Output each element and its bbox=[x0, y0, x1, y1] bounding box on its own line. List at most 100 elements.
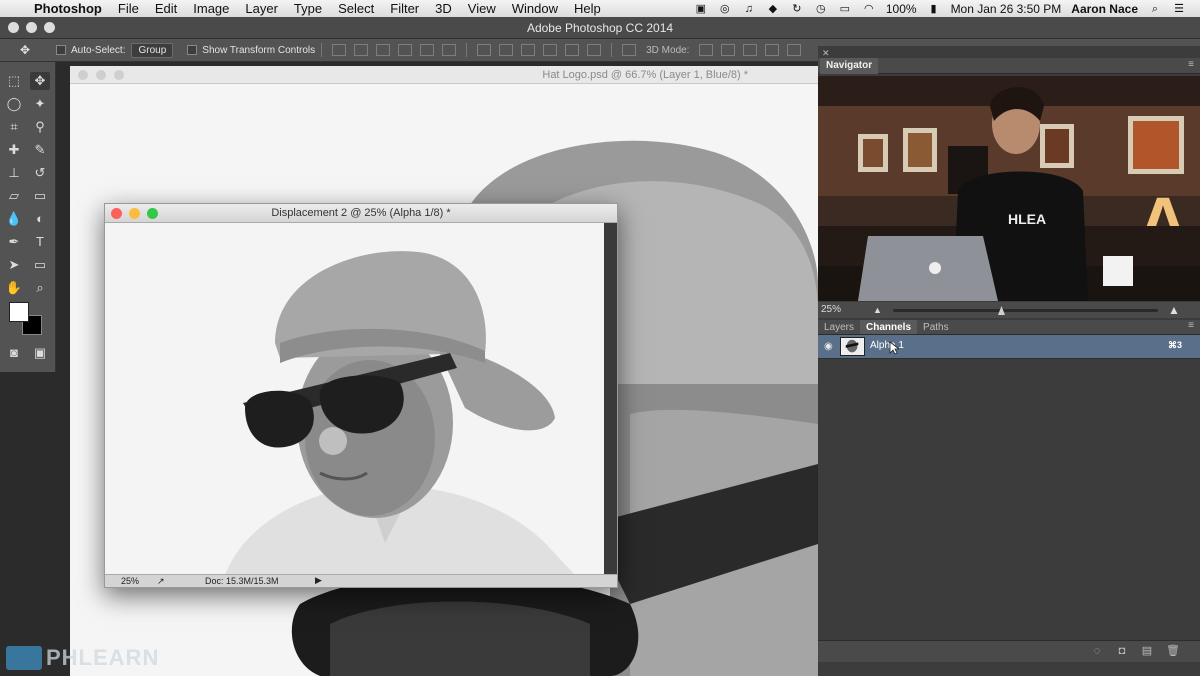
menu-edit[interactable]: Edit bbox=[147, 1, 185, 16]
doc-zoom-button[interactable] bbox=[114, 70, 124, 80]
screen-mode-icon[interactable]: ▣ bbox=[30, 344, 50, 362]
zoom-in-icon[interactable]: ▲ bbox=[1168, 303, 1180, 317]
foreground-color-swatch[interactable] bbox=[9, 302, 29, 322]
clone-stamp-tool-icon[interactable]: ⊥ bbox=[4, 164, 24, 182]
panel-menu-icon[interactable]: ≡ bbox=[1182, 320, 1200, 334]
menu-help[interactable]: Help bbox=[566, 1, 609, 16]
doc-size-info[interactable]: Doc: 15.3M/15.3M bbox=[205, 576, 279, 586]
3d-slide-icon[interactable] bbox=[765, 44, 780, 56]
3d-drag-icon[interactable] bbox=[743, 44, 758, 56]
distribute-vcenter-icon[interactable] bbox=[499, 44, 514, 56]
path-selection-tool-icon[interactable]: ➤ bbox=[4, 256, 24, 274]
zoom-slider[interactable] bbox=[893, 306, 1158, 315]
distribute-hcenter-icon[interactable] bbox=[565, 44, 580, 56]
tab-channels[interactable]: Channels bbox=[860, 320, 918, 334]
auto-select-dropdown[interactable]: Group bbox=[131, 42, 174, 58]
move-tool-icon[interactable]: ✥ bbox=[0, 43, 50, 57]
distribute-right-icon[interactable] bbox=[587, 44, 602, 56]
navigator-preview[interactable]: A HLEA bbox=[818, 76, 1200, 301]
eraser-tool-icon[interactable]: ▱ bbox=[4, 187, 24, 205]
history-brush-tool-icon[interactable]: ↺ bbox=[30, 164, 50, 182]
align-top-icon[interactable] bbox=[332, 44, 347, 56]
hand-tool-icon[interactable]: ✋ bbox=[4, 279, 24, 297]
menu-3d[interactable]: 3D bbox=[427, 1, 460, 16]
healing-brush-tool-icon[interactable]: ✚ bbox=[4, 141, 24, 159]
menu-window[interactable]: Window bbox=[504, 1, 566, 16]
dodge-tool-icon[interactable]: ◐ bbox=[30, 210, 50, 228]
save-selection-icon[interactable]: ◘ bbox=[1116, 645, 1128, 657]
camera-icon[interactable]: ▣ bbox=[694, 3, 708, 15]
rectangle-tool-icon[interactable]: ▭ bbox=[30, 256, 50, 274]
panel-menu-icon[interactable]: ≡ bbox=[1188, 59, 1194, 70]
blur-tool-icon[interactable]: 💧 bbox=[4, 210, 24, 228]
vertical-scrollbar[interactable] bbox=[604, 223, 617, 575]
distribute-left-icon[interactable] bbox=[543, 44, 558, 56]
3d-scale-icon[interactable] bbox=[787, 44, 802, 56]
app-menu[interactable]: Photoshop bbox=[30, 1, 110, 16]
menu-view[interactable]: View bbox=[460, 1, 504, 16]
menu-type[interactable]: Type bbox=[286, 1, 330, 16]
brush-tool-icon[interactable]: ✎ bbox=[30, 141, 50, 159]
dropbox-icon[interactable]: ◆ bbox=[766, 3, 780, 15]
tab-paths[interactable]: Paths bbox=[917, 320, 955, 334]
eyedropper-tool-icon[interactable]: ⚲ bbox=[30, 118, 50, 136]
zoom-level-field[interactable]: 25% bbox=[121, 576, 139, 586]
floating-document-window[interactable]: Displacement 2 @ 25% (Alpha 1/8) * 25% ↗… bbox=[104, 203, 618, 588]
sync-icon[interactable]: ↻ bbox=[790, 3, 804, 15]
pen-tool-icon[interactable]: ✒ bbox=[4, 233, 24, 251]
clock[interactable]: Mon Jan 26 3:50 PM bbox=[951, 2, 1062, 16]
quick-mask-icon[interactable]: ◙ bbox=[4, 344, 24, 362]
gradient-tool-icon[interactable]: ▭ bbox=[30, 187, 50, 205]
align-hcenter-icon[interactable] bbox=[420, 44, 435, 56]
zoom-out-icon[interactable]: ▲ bbox=[873, 305, 882, 315]
navigator-zoom-field[interactable]: 25% bbox=[821, 304, 841, 315]
user-name[interactable]: Aaron Nace bbox=[1071, 2, 1138, 16]
align-left-icon[interactable] bbox=[398, 44, 413, 56]
wifi-icon[interactable]: ◠ bbox=[862, 3, 876, 15]
bell-icon[interactable]: ♫ bbox=[742, 3, 756, 15]
3d-rotate-icon[interactable] bbox=[699, 44, 714, 56]
delete-channel-icon[interactable]: 🗑 bbox=[1166, 645, 1180, 657]
clock-icon[interactable]: ◷ bbox=[814, 3, 828, 15]
tab-layers[interactable]: Layers bbox=[818, 320, 860, 334]
move-tool-icon[interactable]: ✥ bbox=[30, 72, 50, 90]
doc-minimize-button[interactable] bbox=[96, 70, 106, 80]
crop-tool-icon[interactable]: ⌗ bbox=[4, 118, 24, 136]
menu-filter[interactable]: Filter bbox=[382, 1, 427, 16]
zoom-slider-thumb[interactable] bbox=[998, 306, 1005, 315]
align-vcenter-icon[interactable] bbox=[354, 44, 369, 56]
magic-wand-tool-icon[interactable]: ✦ bbox=[30, 95, 50, 113]
transform-controls-checkbox[interactable] bbox=[187, 45, 198, 55]
auto-align-icon[interactable] bbox=[622, 44, 637, 56]
align-bottom-icon[interactable] bbox=[376, 44, 391, 56]
menu-select[interactable]: Select bbox=[330, 1, 382, 16]
share-icon[interactable]: ↗ bbox=[157, 576, 165, 587]
distribute-bottom-icon[interactable] bbox=[521, 44, 536, 56]
marquee-tool-icon[interactable]: ⬚ bbox=[4, 72, 24, 90]
airplay-icon[interactable]: ▭ bbox=[838, 3, 852, 15]
spotlight-search-icon[interactable]: ⌕ bbox=[1148, 3, 1162, 15]
menu-image[interactable]: Image bbox=[185, 1, 237, 16]
menu-layer[interactable]: Layer bbox=[237, 1, 286, 16]
3d-roll-icon[interactable] bbox=[721, 44, 736, 56]
visibility-eye-icon[interactable]: ◉ bbox=[824, 341, 833, 352]
floating-window-titlebar[interactable]: Displacement 2 @ 25% (Alpha 1/8) * bbox=[105, 204, 617, 223]
load-selection-icon[interactable]: ◌ bbox=[1091, 645, 1103, 657]
align-right-icon[interactable] bbox=[442, 44, 457, 56]
menu-file[interactable]: File bbox=[110, 1, 147, 16]
zoom-tool-icon[interactable]: ⌕ bbox=[30, 279, 50, 297]
doc-close-button[interactable] bbox=[78, 70, 88, 80]
notification-center-icon[interactable]: ☰ bbox=[1172, 3, 1186, 15]
auto-select-checkbox[interactable] bbox=[56, 45, 66, 55]
lasso-tool-icon[interactable]: ◯ bbox=[4, 95, 24, 113]
status-menu-arrow-icon[interactable]: ▶ bbox=[315, 575, 322, 586]
document-tab[interactable]: Hat Logo.psd @ 66.7% (Layer 1, Blue/8) * bbox=[70, 66, 818, 84]
battery-icon[interactable]: ▮ bbox=[927, 3, 941, 15]
battery-percent: 100% bbox=[885, 1, 917, 16]
creative-cloud-icon[interactable]: ◎ bbox=[718, 3, 732, 15]
channel-row-alpha-1[interactable]: ◉ Alpha 1 ⌘3 bbox=[818, 335, 1200, 359]
new-channel-icon[interactable]: ▤ bbox=[1141, 645, 1153, 657]
distribute-top-icon[interactable] bbox=[477, 44, 492, 56]
type-tool-icon[interactable]: T bbox=[30, 233, 50, 251]
tab-navigator[interactable]: Navigator bbox=[820, 58, 879, 74]
